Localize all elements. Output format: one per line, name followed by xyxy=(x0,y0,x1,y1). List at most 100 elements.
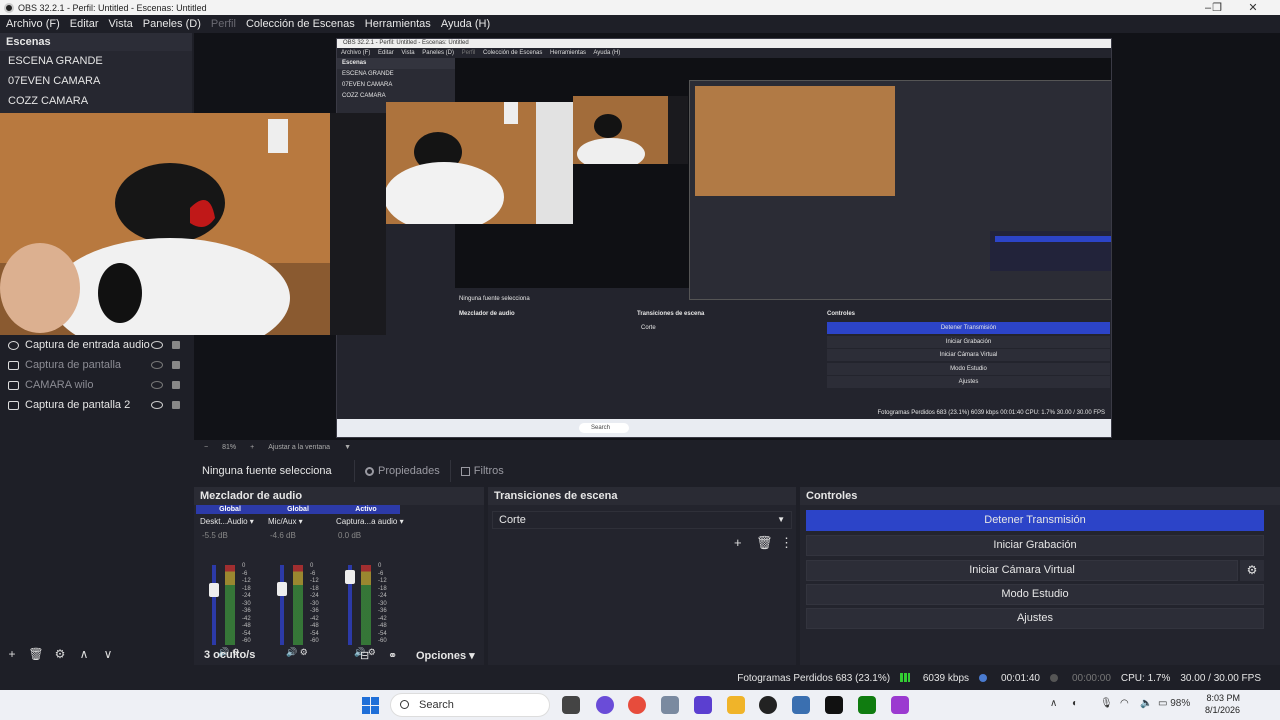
mixer-layout-icon[interactable]: ⊟ xyxy=(360,649,369,662)
source-item[interactable]: Captura de pantalla 2 xyxy=(0,395,192,415)
record-time: 00:00:00 xyxy=(1049,673,1111,684)
window-title: OBS 32.2.1 - Perfil: Untitled - Escenas:… xyxy=(18,2,207,13)
eye-icon[interactable] xyxy=(151,341,163,349)
mixer-options-button[interactable]: Opciones ▾ xyxy=(416,649,475,662)
meter-scale: 0 -6 -12 -18 -24 -30 -36 -42 -48 -54 -60 xyxy=(378,563,387,646)
nested-menu-item: Archivo (F) xyxy=(341,50,371,56)
file-explorer-icon[interactable] xyxy=(727,696,745,714)
nested-menu-item: Herramientas xyxy=(550,50,587,56)
apps-icon[interactable] xyxy=(694,696,712,714)
mixer-link-icon[interactable]: ⚭ xyxy=(388,649,397,662)
zoom-out-button[interactable]: − xyxy=(204,444,208,451)
nested-control: Ajustes xyxy=(827,376,1110,388)
filters-button[interactable]: Filtros xyxy=(449,460,514,482)
maximize-button[interactable]: ❐ xyxy=(1199,0,1235,15)
transition-select[interactable]: Corte ▼ xyxy=(492,511,792,529)
snipping-tool-icon[interactable] xyxy=(792,696,810,714)
dropped-frames: Fotogramas Perdidos 683 (23.1%) xyxy=(737,672,891,684)
scene-item[interactable]: COZZ CAMARA xyxy=(0,91,192,111)
channel-name[interactable]: Deskt...Audio ▾ xyxy=(196,514,264,530)
nested-control: Detener Transmisión xyxy=(827,322,1110,334)
scene-item[interactable]: ESCENA GRANDE xyxy=(0,51,192,71)
signal-bars-icon xyxy=(900,673,911,683)
eye-hidden-icon[interactable] xyxy=(151,361,163,369)
zoom-dropdown[interactable]: ▼ xyxy=(344,444,351,451)
task-view-icon[interactable] xyxy=(562,696,580,714)
menu-ayuda[interactable]: Ayuda (H) xyxy=(441,18,490,30)
volume-slider-track[interactable] xyxy=(212,565,216,645)
monitor-icon xyxy=(8,400,19,410)
eye-icon[interactable] xyxy=(151,401,163,409)
menu-vista[interactable]: Vista xyxy=(109,18,133,30)
eye-hidden-icon[interactable] xyxy=(151,381,163,389)
source-settings-button[interactable]: ⚙ xyxy=(48,647,72,661)
volume-slider-track[interactable] xyxy=(280,565,284,645)
gear-icon[interactable]: ⚙ xyxy=(1240,560,1264,581)
volume-slider-knob[interactable] xyxy=(209,583,219,598)
tray-network-icon[interactable]: ◐ xyxy=(1072,698,1078,709)
meter-scale-tick: 0 xyxy=(310,563,314,569)
move-up-button[interactable]: ∧ xyxy=(72,647,96,661)
audio-app-icon[interactable] xyxy=(825,696,843,714)
close-button[interactable]: ✕ xyxy=(1235,0,1271,15)
obs-app-icon[interactable] xyxy=(759,696,777,714)
nested-title: OBS 32.2.1 - Perfil: Untitled - Escenas:… xyxy=(337,39,1111,48)
fit-to-window[interactable]: Ajustar a la ventana xyxy=(268,444,330,451)
trash-icon[interactable]: 🗑 xyxy=(756,535,773,551)
volume-slider-knob[interactable] xyxy=(345,570,355,585)
menu-archivo[interactable]: Archivo (F) xyxy=(6,18,60,30)
start-recording-button[interactable]: Iniciar Grabación xyxy=(806,535,1264,556)
source-item[interactable]: Captura de pantalla xyxy=(0,355,192,375)
nested-scene: 07EVEN CAMARA xyxy=(342,82,393,88)
tray-chevron-icon[interactable]: ∧ xyxy=(1050,698,1057,709)
tray-wifi-icon[interactable]: ◠ xyxy=(1120,698,1129,709)
windows-start-icon[interactable] xyxy=(362,697,379,714)
add-transition-icon[interactable]: + xyxy=(734,535,742,550)
menu-perfil[interactable]: Perfil xyxy=(211,18,236,30)
lock-icon[interactable] xyxy=(172,341,180,349)
start-virtual-camera-button[interactable]: Iniciar Cámara Virtual xyxy=(806,560,1238,581)
lock-icon[interactable] xyxy=(172,401,180,409)
sources-toolbar: + 🗑 ⚙ ∧ ∨ xyxy=(0,644,192,664)
context-bar: Ninguna fuente selecciona Propiedades Fi… xyxy=(194,459,1280,483)
source-label: Captura de entrada audio xyxy=(25,339,150,351)
settings-app-icon[interactable] xyxy=(661,696,679,714)
lock-icon[interactable] xyxy=(172,381,180,389)
source-item[interactable]: Captura de entrada audio xyxy=(0,335,192,355)
tray-mic-icon[interactable]: 🎙 xyxy=(1100,698,1113,709)
tray-battery[interactable]: ▭ 98% xyxy=(1158,698,1190,709)
channel-name[interactable]: Mic/Aux ▾ xyxy=(264,514,332,530)
menu-paneles[interactable]: Paneles (D) xyxy=(143,18,201,30)
add-source-button[interactable]: + xyxy=(0,647,24,661)
chrome-icon[interactable] xyxy=(628,696,646,714)
record-icon xyxy=(1049,673,1058,682)
move-down-button[interactable]: ∨ xyxy=(96,647,120,661)
zoom-in-button[interactable]: + xyxy=(250,444,254,451)
more-options-icon[interactable]: ⋮ xyxy=(780,535,793,551)
source-item[interactable]: CAMARA wilo xyxy=(0,375,192,395)
settings-button[interactable]: Ajustes xyxy=(806,608,1264,629)
lock-icon[interactable] xyxy=(172,361,180,369)
menu-herramientas[interactable]: Herramientas xyxy=(365,18,431,30)
tray-volume-icon[interactable]: 🔈 xyxy=(1140,698,1152,709)
meter-scale-tick: -54 xyxy=(242,630,251,637)
scene-item[interactable]: 07EVEN CAMARA xyxy=(0,71,192,91)
menu-editar[interactable]: Editar xyxy=(70,18,99,30)
volume-slider-knob[interactable] xyxy=(277,582,287,597)
mixer-footer: 3 oculto/s ⊟ ⚭ Opciones ▾ xyxy=(194,645,484,665)
transitions-header: Transiciones de escena xyxy=(488,487,796,505)
properties-button[interactable]: Propiedades xyxy=(354,460,450,482)
chat-icon[interactable] xyxy=(596,696,614,714)
xbox-icon[interactable] xyxy=(858,696,876,714)
stop-stream-button[interactable]: Detener Transmisión xyxy=(806,510,1264,531)
mixer-channel: Activo Captura...a audio ▾ 0.0 dB 0 -6 -12… xyxy=(332,505,404,657)
menu-coleccion-escenas[interactable]: Colección de Escenas xyxy=(246,18,355,30)
media-app-icon[interactable] xyxy=(891,696,909,714)
channel-name[interactable]: Captura...a audio ▾ xyxy=(332,514,404,530)
remove-source-button[interactable]: 🗑 xyxy=(24,647,48,661)
studio-mode-button[interactable]: Modo Estudio xyxy=(806,584,1264,605)
taskbar-clock[interactable]: 8:03 PM 8/1/2026 xyxy=(1196,692,1240,716)
meter-scale-tick: -30 xyxy=(378,600,387,607)
taskbar-search[interactable]: Search xyxy=(390,693,550,717)
meter-scale-tick: -42 xyxy=(242,615,251,622)
